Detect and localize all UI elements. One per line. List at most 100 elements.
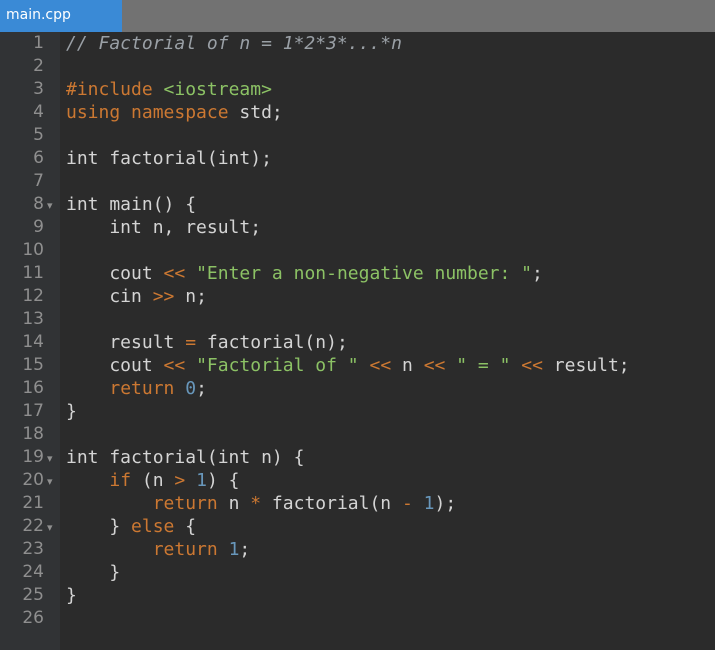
code-text: if (n > 1) { <box>66 469 239 492</box>
code-token: result <box>66 332 186 353</box>
code-token: = <box>185 332 197 353</box>
code-token: namespace <box>131 102 229 123</box>
code-line: 25} <box>0 584 715 607</box>
line-number: 11 <box>22 263 44 283</box>
code-token: ) { <box>206 470 240 491</box>
tab-title: main.cpp <box>6 7 71 23</box>
line-number: 14 <box>22 332 44 352</box>
code-line: 15 cout << "Factorial of " << n << " = "… <box>0 354 715 377</box>
code-line: 19 ▾ int factorial(int n) { <box>0 446 715 469</box>
fold-chevron-down-icon[interactable]: ▾ <box>47 194 53 217</box>
code-line: 1 // Factorial of n = 1*2*3*...*n <box>0 32 715 55</box>
code-token: << <box>521 355 543 376</box>
line-number: 7 <box>33 171 44 191</box>
code-token: int factorial(int n) { <box>66 447 305 468</box>
code-line: 6 int factorial(int); <box>0 147 715 170</box>
code-text: cout << "Enter a non-negative number: "; <box>66 262 543 285</box>
fold-chevron-down-icon[interactable]: ▾ <box>47 516 53 539</box>
line-number: 25 <box>22 585 44 605</box>
code-editor[interactable]: 1// Factorial of n = 1*2*3*...*n 2 3 #inclu… <box>0 32 715 650</box>
code-token: n <box>391 355 424 376</box>
code-token: } <box>66 516 132 537</box>
code-text: } <box>66 400 77 423</box>
line-number: 20 <box>22 470 44 490</box>
line-number: 21 <box>22 493 44 513</box>
line-number: 22 <box>22 516 44 536</box>
code-text: using namespace std; <box>66 101 283 124</box>
code-editor-window: main.cpp 1 // Factorial of n = 1*2*3*...*… <box>0 0 715 650</box>
code-line: 7 <box>0 170 715 193</box>
code-line: 13 <box>0 308 715 331</box>
line-number: 10 <box>22 240 44 260</box>
line-number: 26 <box>22 608 44 628</box>
code-token: result; <box>542 355 630 376</box>
line-number: 15 <box>22 355 44 375</box>
line-number: 3 <box>33 79 44 99</box>
code-token: >> <box>152 286 175 307</box>
tab-bar: main.cpp <box>0 0 715 32</box>
code-token: return <box>152 539 218 560</box>
line-number: 9 <box>33 217 44 237</box>
code-line: 3 #include <iostream> <box>0 78 715 101</box>
code-token: std; <box>228 102 283 123</box>
line-number: 12 <box>22 286 44 306</box>
code-text: result = factorial(n); <box>66 331 348 354</box>
code-text: int factorial(int n) { <box>66 446 304 469</box>
code-token: } <box>66 585 77 606</box>
code-line: 22 ▾ } else { <box>0 515 715 538</box>
line-number: 18 <box>22 424 44 444</box>
code-token: << <box>423 355 446 376</box>
line-number: 16 <box>22 378 44 398</box>
code-line: 14 result = factorial(n); <box>0 331 715 354</box>
code-text: cin >> n; <box>66 285 207 308</box>
code-token: 1 <box>196 470 207 491</box>
line-number: 6 <box>33 148 44 168</box>
code-text: int n, result; <box>66 216 261 239</box>
code-token: - <box>401 493 413 514</box>
code-token: ; <box>532 263 543 284</box>
fold-chevron-down-icon[interactable]: ▾ <box>47 470 53 493</box>
code-token: "Factorial of " <box>196 355 359 376</box>
code-text: int main() { <box>66 193 196 216</box>
code-token: "Enter a non-negative number: " <box>196 263 533 284</box>
line-number: 17 <box>22 401 44 421</box>
code-token: int n, result; <box>66 217 262 238</box>
code-text: return n * factorial(n - 1); <box>66 492 457 515</box>
code-line: 24 } <box>0 561 715 584</box>
code-token: return <box>152 493 218 514</box>
code-line: 20 ▾ if (n > 1) { <box>0 469 715 492</box>
code-line: 17} <box>0 400 715 423</box>
fold-chevron-down-icon[interactable]: ▾ <box>47 447 53 470</box>
code-text: // Factorial of n = 1*2*3*...*n <box>66 32 402 55</box>
code-token: factorial(n); <box>196 332 348 353</box>
code-line: 26 <box>0 607 715 630</box>
code-token: " = " <box>456 355 511 376</box>
code-text: } <box>66 584 77 607</box>
code-line: 11 cout << "Enter a non-negative number:… <box>0 262 715 285</box>
code-line: 12 cin >> n; <box>0 285 715 308</box>
line-number: 4 <box>33 102 44 122</box>
tab-main-cpp[interactable]: main.cpp <box>0 0 122 32</box>
code-token: else <box>131 516 175 537</box>
code-line: 5 <box>0 124 715 147</box>
code-token: { <box>174 516 197 537</box>
code-token: if <box>109 470 132 491</box>
code-token: int factorial(int); <box>66 148 272 169</box>
code-token: // Factorial of n = 1*2*3*...*n <box>66 33 402 54</box>
code-line: 18 <box>0 423 715 446</box>
code-line: 8 ▾ int main() { <box>0 193 715 216</box>
code-line: 9 int n, result; <box>0 216 715 239</box>
code-token: << <box>369 355 392 376</box>
code-lines: 1// Factorial of n = 1*2*3*...*n 2 3 #inclu… <box>0 32 715 630</box>
code-text: } else { <box>66 515 196 538</box>
code-line: 16 return 0; <box>0 377 715 400</box>
code-token: } <box>66 401 77 422</box>
